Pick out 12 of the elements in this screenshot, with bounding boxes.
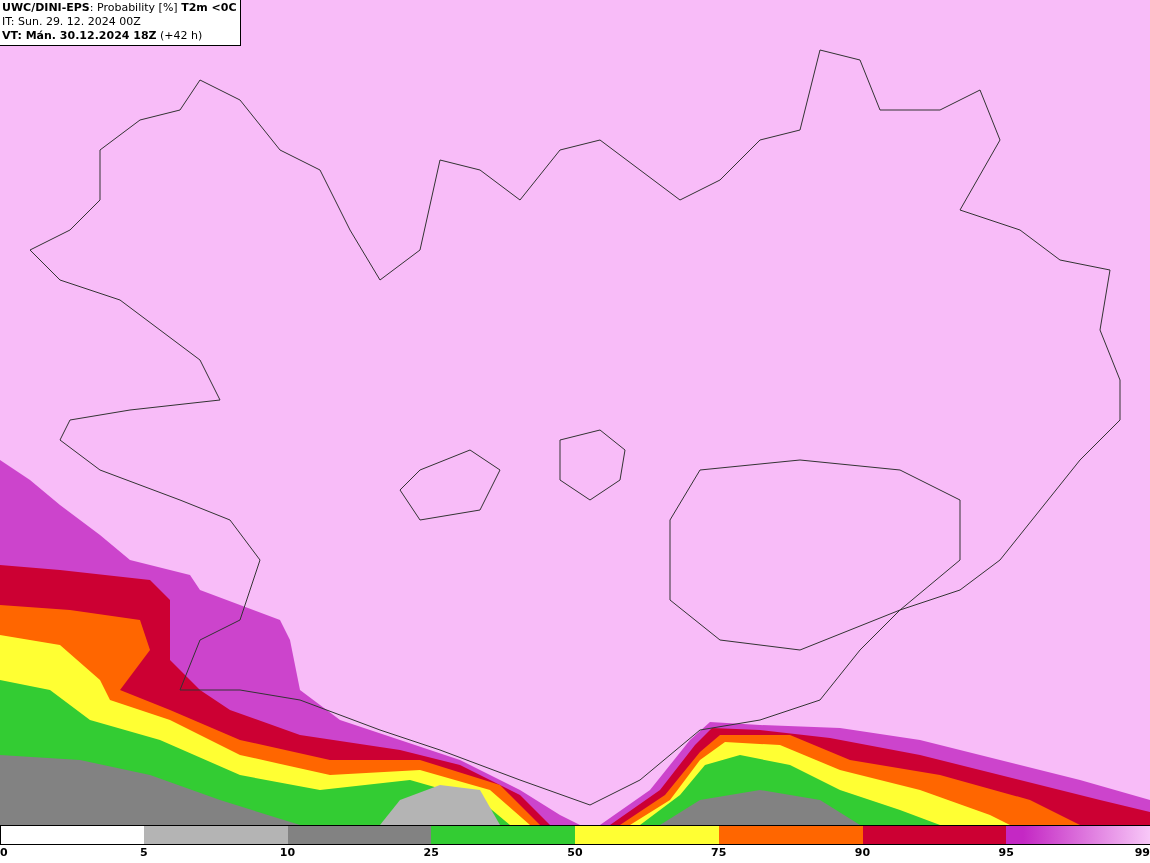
legend-tick-label: 95 xyxy=(998,845,1014,861)
legend-tick-label: 25 xyxy=(423,845,439,861)
map-title: UWC/DINI-EPS: Probability [%] T2m <0C xyxy=(2,1,237,15)
legend-tick-label: 10 xyxy=(279,845,296,861)
valid-time: VT: Mán. 30.12.2024 18Z (+42 h) xyxy=(2,29,204,43)
legend-tick-label: 90 xyxy=(854,845,871,861)
legend-tick-label: 5 xyxy=(139,845,148,861)
legend-tick-label: 50 xyxy=(567,845,583,861)
initial-time: IT: Sun. 29. 12. 2024 00Z xyxy=(2,15,142,29)
legend-tick-label: 75 xyxy=(711,845,727,861)
legend-tick-label: 99 xyxy=(1134,845,1150,861)
legend-tick-label: 0 xyxy=(0,845,8,861)
